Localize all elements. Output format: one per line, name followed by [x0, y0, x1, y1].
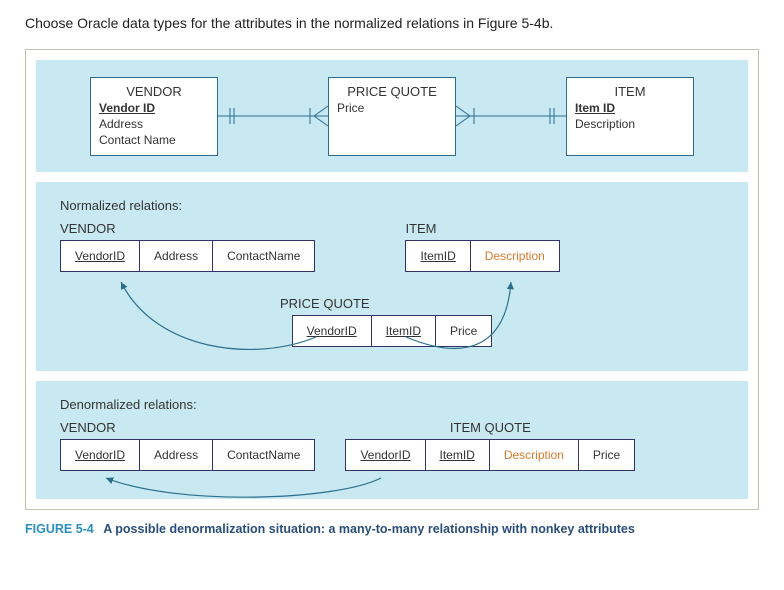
normalized-panel: Normalized relations: VENDOR VendorID Ad…	[36, 182, 748, 371]
dvendor-table-name: VENDOR	[60, 420, 315, 435]
dvendor-table-block: VENDOR VendorID Address ContactName	[60, 420, 315, 471]
item-table-block: ITEM ItemID Description	[405, 221, 559, 272]
normalized-label: Normalized relations:	[60, 198, 724, 213]
itemquote-table: VendorID ItemID Description Price	[345, 439, 635, 471]
pq-table-name: PRICE QUOTE	[280, 296, 724, 311]
iq-col-vendorid: VendorID	[346, 440, 425, 470]
denormalized-label: Denormalized relations:	[60, 397, 724, 412]
item-col-description: Description	[471, 241, 559, 271]
iq-col-itemid: ItemID	[426, 440, 490, 470]
pq-table: VendorID ItemID Price	[292, 315, 493, 347]
iq-col-price: Price	[579, 440, 634, 470]
itemquote-table-name: ITEM QUOTE	[345, 420, 635, 435]
vendor-col-address: Address	[140, 241, 213, 271]
entity-pq-attr0: Price	[337, 101, 447, 115]
item-col-itemid: ItemID	[406, 241, 470, 271]
figure-number: FIGURE 5-4	[25, 522, 94, 536]
entity-price-quote: PRICE QUOTE Price . .	[328, 77, 456, 156]
question-text: Choose Oracle data types for the attribu…	[25, 15, 759, 31]
figure-caption: FIGURE 5-4 A possible denormalization si…	[25, 522, 759, 536]
entity-vendor: VENDOR Vendor ID Address Contact Name	[90, 77, 218, 156]
pq-col-itemid: ItemID	[372, 316, 436, 346]
dvendor-col-contactname: ContactName	[213, 440, 314, 470]
iq-col-description: Description	[490, 440, 579, 470]
rel-line-vendor-pq	[218, 76, 328, 156]
entity-item-attr0: Description	[575, 117, 685, 131]
vendor-table: VendorID Address ContactName	[60, 240, 315, 272]
entity-vendor-pk: Vendor ID	[99, 101, 209, 115]
rel-line-pq-item	[456, 76, 566, 156]
pq-col-price: Price	[436, 316, 491, 346]
denormalized-panel: Denormalized relations: VENDOR VendorID …	[36, 381, 748, 499]
entity-item-pk: Item ID	[575, 101, 685, 115]
vendor-table-name: VENDOR	[60, 221, 315, 236]
entity-item: ITEM Item ID Description .	[566, 77, 694, 156]
entity-vendor-title: VENDOR	[99, 84, 209, 99]
entity-vendor-attr1: Contact Name	[99, 133, 209, 147]
entity-item-title: ITEM	[575, 84, 685, 99]
vendor-col-contactname: ContactName	[213, 241, 314, 271]
dvendor-col-address: Address	[140, 440, 213, 470]
item-table-name: ITEM	[405, 221, 559, 236]
erd-panel: VENDOR Vendor ID Address Contact Name	[36, 60, 748, 172]
vendor-col-vendorid: VendorID	[61, 241, 140, 271]
figure-caption-text: A possible denormalization situation: a …	[103, 522, 635, 536]
entity-vendor-attr0: Address	[99, 117, 209, 131]
vendor-table-block: VENDOR VendorID Address ContactName	[60, 221, 315, 272]
item-table: ItemID Description	[405, 240, 559, 272]
pq-col-vendorid: VendorID	[293, 316, 372, 346]
itemquote-table-block: ITEM QUOTE VendorID ItemID Description P…	[345, 420, 635, 471]
figure-frame: VENDOR Vendor ID Address Contact Name	[25, 49, 759, 510]
dvendor-table: VendorID Address ContactName	[60, 439, 315, 471]
dvendor-col-vendorid: VendorID	[61, 440, 140, 470]
entity-pq-title: PRICE QUOTE	[337, 84, 447, 99]
